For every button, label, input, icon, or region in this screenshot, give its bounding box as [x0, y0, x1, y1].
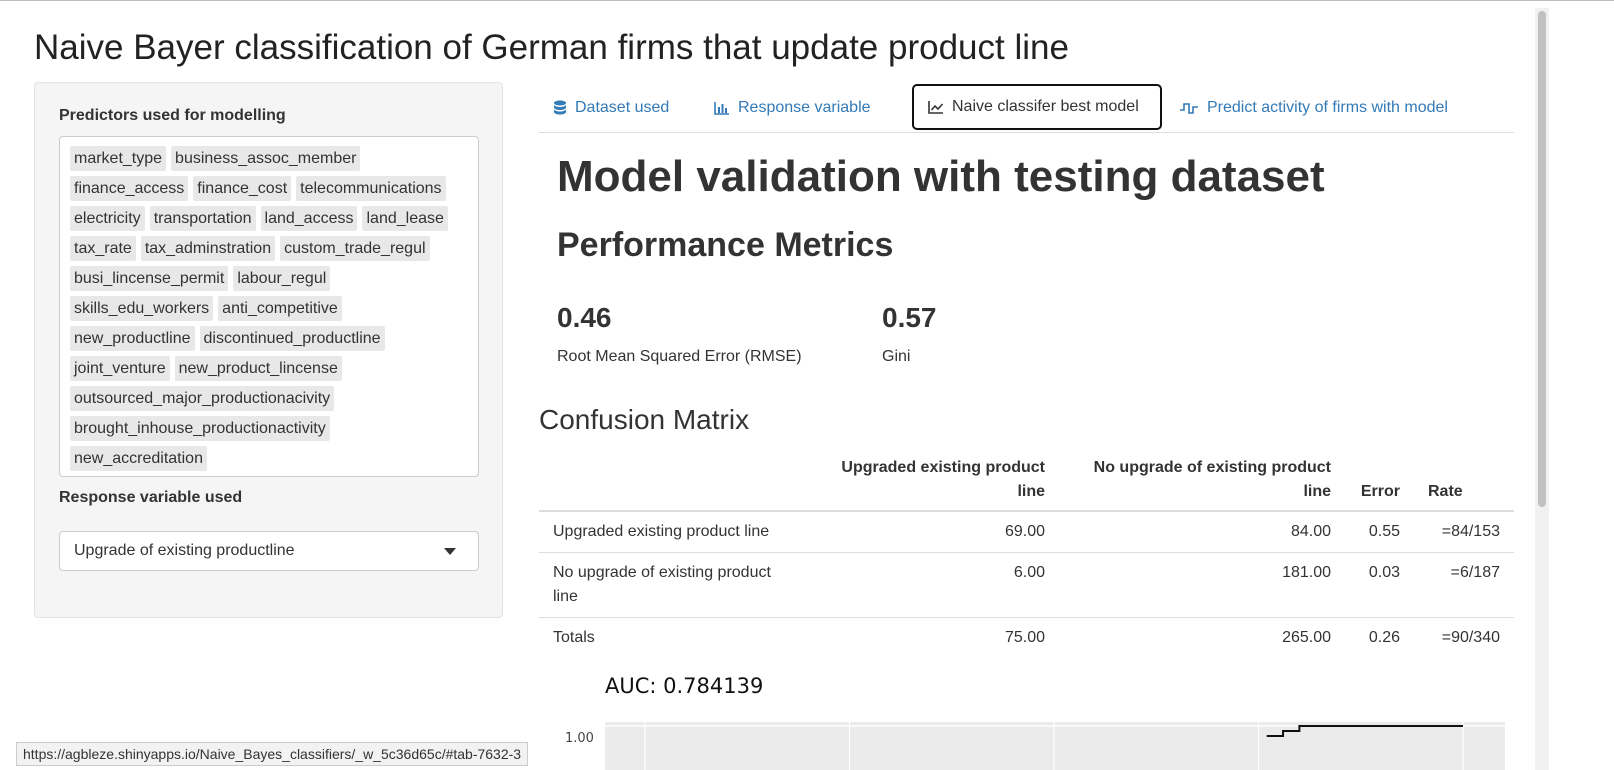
- predictor-chip[interactable]: busi_lincense_permit: [70, 265, 229, 291]
- chip-row: tax_rate tax_adminstration custom_trade_re…: [70, 233, 468, 263]
- chip-row: finance_access finance_cost telecommunicat…: [70, 173, 468, 203]
- predictor-chip[interactable]: joint_venture: [70, 355, 170, 381]
- predictor-chip[interactable]: labour_regul: [233, 265, 331, 291]
- table-header: Error: [1345, 450, 1414, 512]
- tab-naive-classifier[interactable]: Naive classifer best model: [912, 84, 1162, 130]
- tab-predict-activity[interactable]: Predict activity of firms with model: [1165, 84, 1462, 131]
- step-wave-icon: [1180, 102, 1198, 114]
- predictors-multiselect[interactable]: market_type business_assoc_member finance_…: [59, 136, 479, 477]
- table-cell: 265.00: [1059, 617, 1345, 658]
- chip-row: new_accreditation: [70, 443, 468, 473]
- table-header: No upgrade of existing product line: [1059, 450, 1345, 512]
- table-cell: =90/340: [1414, 617, 1514, 658]
- chip-row: joint_venture new_product_lincense: [70, 353, 468, 383]
- confusion-matrix-table: Upgraded existing product line No upgrad…: [539, 450, 1514, 658]
- tab-naive-classifier-label: Naive classifer best model: [952, 98, 1139, 115]
- roc-plot: [605, 722, 1505, 770]
- predictor-chip[interactable]: land_lease: [362, 205, 448, 231]
- chip-row: brought_inhouse_productionactivity: [70, 413, 468, 443]
- table-cell: Totals: [539, 617, 809, 658]
- line-chart-icon: [928, 101, 944, 114]
- response-label: Response variable used: [59, 489, 243, 506]
- rmse-label: Root Mean Squared Error (RMSE): [557, 348, 802, 365]
- table-cell: 0.03: [1345, 552, 1414, 618]
- vertical-scrollbar[interactable]: [1535, 8, 1549, 770]
- predictor-chip[interactable]: anti_competitive: [218, 295, 342, 321]
- tab-dataset-used[interactable]: Dataset used: [539, 84, 683, 131]
- response-select-value: Upgrade of existing productline: [74, 542, 295, 559]
- status-bar-url: https://agbleze.shinyapps.io/Naive_Bayes…: [16, 742, 529, 766]
- roc-curve-svg: [605, 722, 1505, 770]
- predictor-chip[interactable]: brought_inhouse_productionactivity: [70, 415, 330, 441]
- roc-curve-line: [1266, 725, 1463, 737]
- table-header: [539, 450, 809, 512]
- predictor-chip[interactable]: new_productline: [70, 325, 195, 351]
- database-icon: [554, 100, 566, 114]
- predictors-label: Predictors used for modelling: [59, 107, 286, 124]
- chip-row: market_type business_assoc_member: [70, 143, 468, 173]
- predictor-chip[interactable]: electricity: [70, 205, 145, 231]
- table-cell: 6.00: [809, 552, 1059, 618]
- confusion-matrix-heading: Confusion Matrix: [539, 404, 750, 435]
- gini-value: 0.57: [882, 302, 937, 333]
- predictor-chip[interactable]: market_type: [70, 145, 167, 171]
- predictor-chip[interactable]: telecommunications: [296, 175, 446, 201]
- tab-response-variable[interactable]: Response variable: [700, 84, 885, 131]
- caret-down-icon: [444, 548, 456, 555]
- predictor-chip[interactable]: discontinued_productline: [199, 325, 385, 351]
- predictor-chip[interactable]: finance_cost: [193, 175, 292, 201]
- table-cell: 181.00: [1059, 552, 1345, 618]
- rmse-value: 0.46: [557, 302, 612, 333]
- predictor-chip[interactable]: tax_rate: [70, 235, 136, 261]
- predictor-chip[interactable]: tax_adminstration: [140, 235, 276, 261]
- predictor-chip[interactable]: custom_trade_regul: [280, 235, 430, 261]
- tab-predict-activity-label: Predict activity of firms with model: [1207, 98, 1448, 116]
- window-top-border: [0, 0, 1614, 1]
- y-tick-label: 1.00: [565, 731, 594, 746]
- predictor-chip[interactable]: land_access: [260, 205, 358, 231]
- chip-row: outsourced_major_productionacivity: [70, 383, 468, 413]
- performance-metrics-heading: Performance Metrics: [557, 226, 894, 264]
- table-cell: 84.00: [1059, 510, 1345, 553]
- table-header: Rate: [1414, 450, 1514, 512]
- tab-response-variable-label: Response variable: [738, 98, 871, 116]
- gini-label: Gini: [882, 348, 911, 365]
- table-row: Totals 75.00 265.00 0.26 =90/340: [539, 617, 1514, 658]
- chip-row: new_productline discontinued_productline: [70, 323, 468, 353]
- table-cell: Upgraded existing product line: [539, 510, 809, 553]
- bar-chart-icon: [714, 101, 729, 115]
- sidebar-panel: Predictors used for modelling market_typ…: [34, 82, 503, 618]
- table-header-row: Upgraded existing product line No upgrad…: [539, 450, 1514, 512]
- scrollbar-thumb[interactable]: [1538, 11, 1546, 507]
- predictor-chip[interactable]: outsourced_major_productionacivity: [70, 385, 335, 411]
- table-cell: =84/153: [1414, 510, 1514, 553]
- chip-row: busi_lincense_permit labour_regul: [70, 263, 468, 293]
- response-select[interactable]: Upgrade of existing productline: [59, 531, 479, 571]
- table-cell: No upgrade of existing product line: [539, 552, 809, 618]
- auc-label: AUC: 0.784139: [605, 674, 764, 698]
- predictor-chip[interactable]: finance_access: [70, 175, 189, 201]
- table-cell: 0.26: [1345, 617, 1414, 658]
- model-validation-heading: Model validation with testing dataset: [557, 152, 1325, 201]
- predictor-chip[interactable]: new_accreditation: [70, 445, 207, 471]
- app-title: Naive Bayer classification of German fir…: [34, 28, 1069, 67]
- table-cell: 75.00: [809, 617, 1059, 658]
- table-row: No upgrade of existing product line 6.00…: [539, 552, 1514, 618]
- table-cell: 0.55: [1345, 510, 1414, 553]
- table-cell: 69.00: [809, 510, 1059, 553]
- predictor-chip[interactable]: new_product_lincense: [174, 355, 342, 381]
- tab-dataset-used-label: Dataset used: [575, 98, 670, 116]
- chip-row: skills_edu_workers anti_competitive: [70, 293, 468, 323]
- predictor-chip[interactable]: skills_edu_workers: [70, 295, 214, 321]
- chip-row: electricity transportation land_access land…: [70, 203, 468, 233]
- table-row: Upgraded existing product line 69.00 84.…: [539, 510, 1514, 553]
- predictor-chip[interactable]: business_assoc_member: [171, 145, 361, 171]
- table-header: Upgraded existing product line: [809, 450, 1059, 512]
- tab-bar: Dataset used Response variable Naive cla…: [539, 84, 1514, 133]
- predictor-chip[interactable]: transportation: [149, 205, 256, 231]
- table-cell: =6/187: [1414, 552, 1514, 618]
